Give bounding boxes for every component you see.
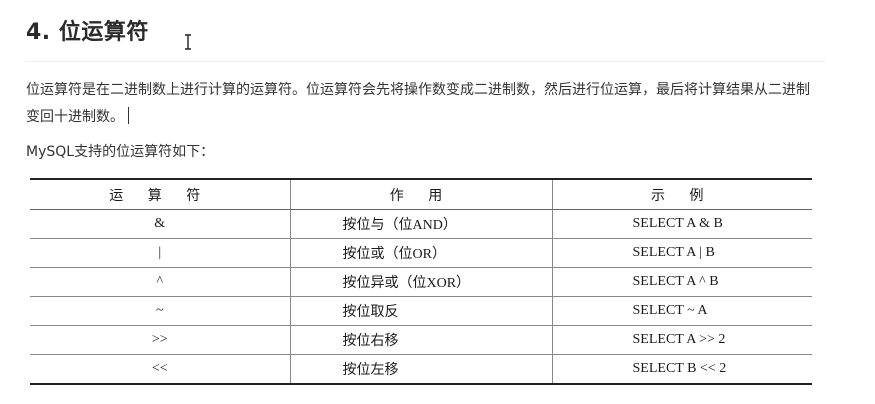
text-caret [128, 107, 129, 124]
function-cell: 按位异或（位XOR） [289, 267, 552, 297]
example-cell: SELECT A ^ B [551, 267, 812, 297]
operator-cell: & [154, 216, 166, 231]
header-operator: 运 算 符 [30, 179, 290, 210]
table-row: ~ 按位取反 SELECT ~ A [30, 296, 812, 326]
function-cell: 按位左移 [289, 354, 552, 384]
heading-divider [26, 61, 825, 62]
table-row: >> 按位右移 SELECT A >> 2 [30, 325, 812, 355]
table-row: | 按位或（位OR） SELECT A | B [30, 238, 812, 268]
function-cell: 按位取反 [289, 296, 552, 326]
example-cell: SELECT B << 2 [551, 354, 812, 384]
text-cursor-icon [185, 34, 191, 50]
operator-cell: >> [30, 325, 290, 355]
table-header-row: 运 算 符 作 用 示 例 [30, 179, 812, 210]
header-example: 示 例 [551, 179, 812, 210]
operator-cell: ^ [30, 267, 290, 297]
paragraph-text: 位运算符是在二进制数上进行计算的运算符。位运算符会先将操作数变成二进制数，然后进… [26, 82, 810, 125]
function-cell: 按位或（位OR） [289, 238, 552, 268]
example-cell: SELECT A | B [551, 238, 812, 268]
description-paragraph: 位运算符是在二进制数上进行计算的运算符。位运算符会先将操作数变成二进制数，然后进… [26, 77, 816, 131]
table-row: << 按位左移 SELECT B << 2 [30, 354, 812, 384]
example-cell: SELECT A >> 2 [551, 325, 812, 355]
section-heading: 4. 位运算符 [26, 20, 149, 45]
intro-text: MySQL支持的位运算符如下： [26, 144, 215, 160]
operator-table: 运 算 符 作 用 示 例 & 按位与（位AND） SELECT A & B |… [30, 178, 812, 385]
table-row: & 按位与（位AND） SELECT A & B [30, 209, 812, 239]
header-function: 作 用 [289, 179, 552, 210]
function-cell: 按位与（位AND） [289, 209, 552, 239]
example-cell: SELECT ~ A [551, 296, 812, 326]
table-row: ^ 按位异或（位XOR） SELECT A ^ B [30, 267, 812, 297]
function-cell: 按位右移 [289, 325, 552, 355]
operator-cell: << [30, 354, 290, 384]
example-cell: SELECT A & B [551, 209, 812, 239]
operator-cell: ~ [30, 296, 290, 326]
operator-cell: | [30, 238, 290, 268]
